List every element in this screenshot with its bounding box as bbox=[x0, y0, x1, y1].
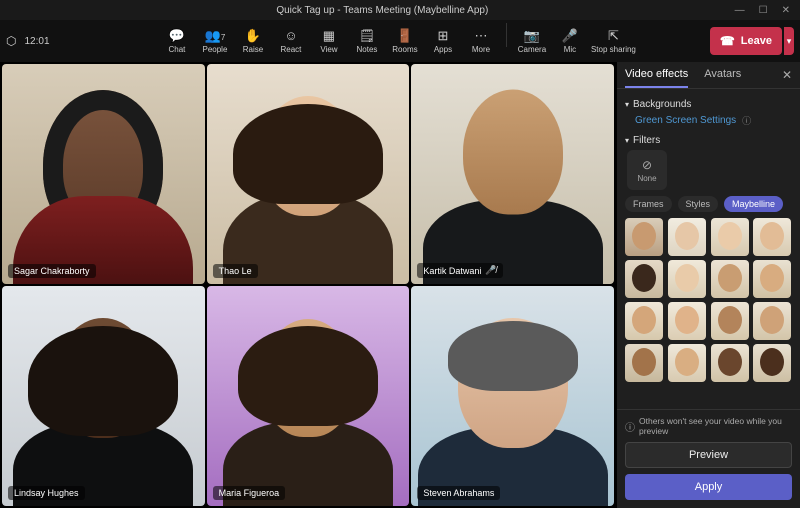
phone-hangup-icon: ☎ bbox=[720, 34, 735, 48]
participant-name-tag: Steven Abrahams bbox=[417, 486, 500, 500]
panel-footer: ⓘ Others won't see your video while you … bbox=[617, 409, 800, 508]
share-icon: ⇱ bbox=[608, 29, 619, 43]
participant-video bbox=[411, 64, 614, 284]
filter-none[interactable]: ⊘ None bbox=[627, 150, 667, 190]
filter-thumbnail[interactable] bbox=[625, 218, 663, 256]
raise-hand-button[interactable]: ✋ Raise bbox=[236, 23, 270, 59]
ellipsis-icon: ⋯ bbox=[474, 29, 487, 43]
leave-button[interactable]: ☎ Leave bbox=[710, 27, 782, 55]
chevron-down-icon: ▾ bbox=[625, 100, 629, 109]
filter-thumbnail[interactable] bbox=[668, 302, 706, 340]
participant-tile[interactable]: Sagar Chakraborty bbox=[2, 64, 205, 284]
view-icon: ▦ bbox=[323, 29, 335, 43]
panel-tabs: Video effects Avatars ✕ bbox=[617, 62, 800, 89]
mic-muted-icon: 🎤̸ bbox=[485, 265, 496, 276]
participant-tile[interactable]: Kartik Datwani 🎤̸ bbox=[411, 64, 614, 284]
apps-button[interactable]: ⊞ Apps bbox=[426, 23, 460, 59]
rooms-icon: 🚪 bbox=[397, 29, 413, 43]
tab-avatars[interactable]: Avatars bbox=[704, 68, 741, 88]
notes-icon: 🗒 bbox=[359, 29, 376, 43]
filter-thumbnail[interactable] bbox=[625, 260, 663, 298]
mic-button[interactable]: 🎤 Mic bbox=[553, 23, 587, 59]
mic-icon: 🎤 bbox=[562, 29, 578, 43]
toolbar-divider bbox=[506, 23, 507, 47]
participant-video bbox=[411, 286, 614, 506]
participant-video bbox=[207, 286, 410, 506]
participant-tile[interactable]: Steven Abrahams bbox=[411, 286, 614, 506]
filter-thumbnail[interactable] bbox=[753, 344, 791, 382]
apps-icon: ⊞ bbox=[438, 29, 449, 43]
section-filters[interactable]: ▾ Filters bbox=[625, 135, 792, 146]
info-icon: ⓘ bbox=[742, 114, 751, 127]
teams-meeting-window: Quick Tag up - Teams Meeting (Maybelline… bbox=[0, 0, 800, 508]
notes-button[interactable]: 🗒 Notes bbox=[350, 23, 384, 59]
filter-thumbnail[interactable] bbox=[668, 344, 706, 382]
stop-sharing-button[interactable]: ⇱ Stop sharing bbox=[591, 23, 636, 59]
info-icon: ⓘ bbox=[625, 419, 635, 434]
meeting-main: Sagar Chakraborty Thao Le bbox=[0, 62, 800, 508]
filter-category-pills: Frames Styles Maybelline bbox=[625, 196, 792, 212]
apply-button[interactable]: Apply bbox=[625, 474, 792, 500]
participant-video bbox=[207, 64, 410, 284]
preview-button[interactable]: Preview bbox=[625, 442, 792, 468]
green-screen-link[interactable]: Green Screen Settings ⓘ bbox=[635, 114, 792, 127]
participant-video bbox=[2, 64, 205, 284]
react-icon: ☺ bbox=[284, 29, 297, 43]
participant-name-tag: Lindsay Hughes bbox=[8, 486, 85, 500]
filter-thumbnail[interactable] bbox=[711, 260, 749, 298]
window-close-button[interactable]: ✕ bbox=[782, 5, 790, 16]
filter-thumbnail[interactable] bbox=[753, 302, 791, 340]
people-icon: 👥7 bbox=[205, 29, 226, 43]
chat-button[interactable]: 💬 Chat bbox=[160, 23, 194, 59]
participant-name-tag: Maria Figueroa bbox=[213, 486, 286, 500]
preview-hint: ⓘ Others won't see your video while you … bbox=[625, 416, 792, 436]
chevron-down-icon: ▾ bbox=[625, 136, 629, 145]
window-minimize-button[interactable]: ― bbox=[735, 5, 745, 16]
meeting-duration: 12:01 bbox=[24, 36, 49, 47]
title-bar: Quick Tag up - Teams Meeting (Maybelline… bbox=[0, 0, 800, 20]
tab-video-effects[interactable]: Video effects bbox=[625, 68, 688, 88]
filter-thumbnail[interactable] bbox=[668, 218, 706, 256]
video-grid: Sagar Chakraborty Thao Le bbox=[0, 62, 616, 508]
panel-close-button[interactable]: ✕ bbox=[782, 68, 792, 88]
participant-tile[interactable]: Lindsay Hughes bbox=[2, 286, 205, 506]
participant-name-tag: Sagar Chakraborty bbox=[8, 264, 96, 278]
filter-thumbnails bbox=[625, 218, 792, 382]
view-button[interactable]: ▦ View bbox=[312, 23, 346, 59]
filter-thumbnail[interactable] bbox=[711, 344, 749, 382]
people-button[interactable]: 👥7 People bbox=[198, 23, 232, 59]
window-maximize-button[interactable]: ☐ bbox=[759, 5, 768, 16]
participant-tile[interactable]: Maria Figueroa bbox=[207, 286, 410, 506]
pill-frames[interactable]: Frames bbox=[625, 196, 672, 212]
pill-styles[interactable]: Styles bbox=[678, 196, 719, 212]
camera-button[interactable]: 📷 Camera bbox=[515, 23, 549, 59]
filter-thumbnail[interactable] bbox=[625, 302, 663, 340]
meeting-toolbar: ⬡ 12:01 💬 Chat 👥7 People ✋ Raise ☺ React… bbox=[0, 20, 800, 62]
panel-body: ▾ Backgrounds Green Screen Settings ⓘ ▾ … bbox=[617, 89, 800, 409]
shield-icon: ⬡ bbox=[6, 34, 16, 48]
camera-icon: 📷 bbox=[524, 29, 540, 43]
filter-thumbnail[interactable] bbox=[753, 260, 791, 298]
pill-maybelline[interactable]: Maybelline bbox=[724, 196, 783, 212]
none-icon: ⊘ bbox=[642, 158, 652, 172]
more-button[interactable]: ⋯ More bbox=[464, 23, 498, 59]
filter-thumbnail[interactable] bbox=[668, 260, 706, 298]
chevron-down-icon: ▾ bbox=[787, 36, 792, 47]
filter-thumbnail[interactable] bbox=[753, 218, 791, 256]
hand-icon: ✋ bbox=[245, 29, 261, 43]
leave-options-button[interactable]: ▾ bbox=[784, 27, 794, 55]
participant-video bbox=[2, 286, 205, 506]
chat-icon: 💬 bbox=[169, 29, 185, 43]
react-button[interactable]: ☺ React bbox=[274, 23, 308, 59]
participant-tile[interactable]: Thao Le bbox=[207, 64, 410, 284]
section-backgrounds[interactable]: ▾ Backgrounds bbox=[625, 99, 792, 110]
filter-thumbnail[interactable] bbox=[711, 218, 749, 256]
window-title: Quick Tag up - Teams Meeting (Maybelline… bbox=[40, 5, 725, 16]
filter-thumbnail[interactable] bbox=[711, 302, 749, 340]
video-effects-panel: Video effects Avatars ✕ ▾ Backgrounds Gr… bbox=[616, 62, 800, 508]
participant-name-tag: Kartik Datwani 🎤̸ bbox=[417, 263, 502, 278]
filter-thumbnail[interactable] bbox=[625, 344, 663, 382]
participant-name-tag: Thao Le bbox=[213, 264, 258, 278]
rooms-button[interactable]: 🚪 Rooms bbox=[388, 23, 422, 59]
